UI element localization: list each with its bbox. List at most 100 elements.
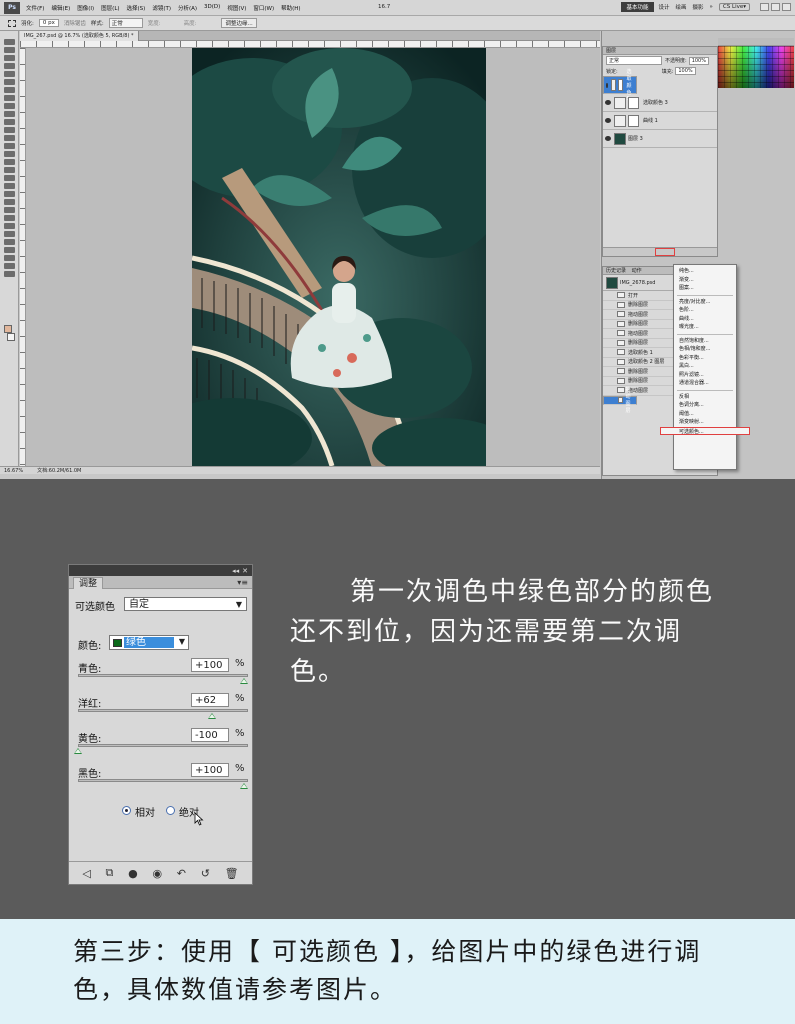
document-tab[interactable]: IMG_267.psd @ 16.7% (选取颜色 5, RGB/8) *: [20, 31, 139, 41]
menu-item[interactable]: 编辑(E): [51, 4, 70, 12]
reset-icon[interactable]: ↺: [201, 867, 210, 880]
adjust-menu-item[interactable]: 通道混合器...: [674, 379, 736, 388]
workspace-more-button[interactable]: »: [710, 4, 713, 10]
menu-item[interactable]: 图层(L): [101, 4, 119, 12]
tool-icon[interactable]: [4, 167, 15, 173]
menu-item[interactable]: 文件(F): [26, 4, 44, 12]
layer-row[interactable]: 图层 3: [603, 130, 717, 148]
antialias-checkbox[interactable]: 消除锯齿: [64, 19, 86, 27]
collapse-icon[interactable]: ◂◂: [232, 567, 239, 575]
adjust-menu-item[interactable]: 渐变...: [674, 276, 736, 285]
adjust-menu-item[interactable]: 渐变映射...: [674, 418, 736, 427]
style-select[interactable]: 正常: [108, 18, 143, 28]
adjust-menu-item[interactable]: 反相: [674, 393, 736, 402]
tool-icon[interactable]: [4, 183, 15, 189]
visibility-icon[interactable]: ●: [128, 867, 138, 880]
tool-icon[interactable]: [4, 111, 15, 117]
preset-select[interactable]: 自定 ▼: [124, 597, 247, 611]
layer-row[interactable]: 选取颜色 3: [603, 94, 717, 112]
document-photo[interactable]: [192, 48, 486, 466]
tool-icon[interactable]: [4, 271, 15, 277]
tool-icon[interactable]: [4, 79, 15, 85]
tool-icon[interactable]: [4, 63, 15, 69]
menu-item[interactable]: 选择(S): [127, 4, 146, 12]
workspace-design[interactable]: 设计: [659, 3, 670, 11]
workspace-photography[interactable]: 摄影: [693, 3, 704, 11]
background-color-swatch[interactable]: [7, 333, 15, 341]
workspace-essentials-button[interactable]: 基本功能: [621, 2, 654, 12]
tool-icon[interactable]: [4, 199, 15, 205]
menu-item[interactable]: 图像(I): [77, 4, 94, 12]
eye-icon[interactable]: [605, 136, 611, 141]
tool-icon[interactable]: [4, 247, 15, 253]
workspace-painting[interactable]: 绘画: [676, 3, 687, 11]
blend-mode-select[interactable]: 正常: [606, 56, 662, 65]
menu-item[interactable]: 帮助(H): [281, 4, 300, 12]
eye-icon[interactable]: [606, 82, 608, 88]
tool-icon[interactable]: [4, 95, 15, 101]
adjust-menu-item[interactable]: 色相/饱和度...: [674, 345, 736, 354]
tool-icon[interactable]: [4, 191, 15, 197]
marquee-tool-icon[interactable]: [8, 19, 16, 27]
menu-item[interactable]: 3D(D): [204, 4, 220, 12]
slider-value-input[interactable]: +100: [191, 658, 229, 672]
actions-tab[interactable]: 动作: [632, 268, 642, 274]
tool-icon[interactable]: [4, 47, 15, 53]
adjust-menu-item[interactable]: 亮度/对比度...: [674, 298, 736, 307]
feather-input[interactable]: 0 px: [38, 19, 59, 27]
tool-icon[interactable]: [4, 223, 15, 229]
adjust-menu-item[interactable]: 阈值...: [674, 410, 736, 419]
clip-layer-icon[interactable]: ⧉: [106, 866, 114, 880]
adjust-menu-item[interactable]: 色彩平衡...: [674, 354, 736, 363]
trash-icon[interactable]: 🗑: [225, 867, 239, 880]
foreground-color-swatch[interactable]: [4, 325, 12, 333]
layer-row[interactable]: 选取颜色 5: [603, 69, 637, 102]
history-tab[interactable]: 历史记录: [606, 268, 626, 274]
tool-icon[interactable]: [4, 87, 15, 93]
slider-track[interactable]: [78, 674, 248, 677]
maximize-icon[interactable]: [771, 3, 780, 11]
slider-thumb[interactable]: [74, 748, 82, 754]
fill-input[interactable]: 100%: [675, 67, 696, 75]
color-channel-select[interactable]: 绿色 ▼: [109, 635, 189, 650]
tool-icon[interactable]: [4, 239, 15, 245]
tool-icon[interactable]: [4, 255, 15, 261]
adjust-menu-item[interactable]: 自然饱和度...: [674, 337, 736, 346]
selective-color-menu-item[interactable]: 可选颜色...: [660, 426, 750, 435]
tool-icon[interactable]: [4, 135, 15, 141]
tool-icon[interactable]: [4, 55, 15, 61]
tool-icon[interactable]: [4, 39, 15, 45]
slider-value-input[interactable]: +62: [191, 693, 229, 707]
tool-icon[interactable]: [4, 103, 15, 109]
adjust-menu-item[interactable]: 色阶...: [674, 306, 736, 315]
tool-icon[interactable]: [4, 207, 15, 213]
panel-menu-icon[interactable]: ▾≡: [237, 578, 248, 587]
new-adjustment-layer-button[interactable]: [655, 248, 675, 256]
slider-thumb[interactable]: [208, 713, 217, 719]
adjust-menu-item[interactable]: 图案...: [674, 284, 736, 293]
opacity-input[interactable]: 100%: [688, 56, 709, 65]
tool-icon[interactable]: [4, 119, 15, 125]
menu-item[interactable]: 分析(A): [178, 4, 197, 12]
menu-item[interactable]: 滤镜(T): [152, 4, 171, 12]
slider-value-input[interactable]: +100: [191, 763, 229, 777]
panel-close-icon[interactable]: ✕: [242, 567, 248, 575]
tool-icon[interactable]: [4, 143, 15, 149]
layers-tab[interactable]: 图层: [603, 47, 717, 55]
adjust-menu-item[interactable]: 曲线...: [674, 315, 736, 324]
adjust-menu-item[interactable]: 纯色...: [674, 267, 736, 276]
preview-eye-icon[interactable]: ◉: [152, 867, 162, 880]
layer-row[interactable]: 曲线 1: [603, 112, 717, 130]
adjust-menu-item[interactable]: 曝光度...: [674, 323, 736, 332]
tool-icon[interactable]: [4, 215, 15, 221]
slider-value-input[interactable]: -100: [191, 728, 229, 742]
cs-live-button[interactable]: CS Live▾: [718, 3, 750, 11]
previous-state-icon[interactable]: ↶: [177, 867, 186, 880]
slider-track[interactable]: [78, 709, 248, 712]
slider-track[interactable]: [78, 744, 248, 747]
slider-thumb[interactable]: [240, 678, 248, 684]
adjust-menu-item[interactable]: 照片滤镜...: [674, 371, 736, 380]
tool-icon[interactable]: [4, 151, 15, 157]
eye-icon[interactable]: [605, 118, 611, 123]
slider-thumb[interactable]: [240, 783, 248, 789]
